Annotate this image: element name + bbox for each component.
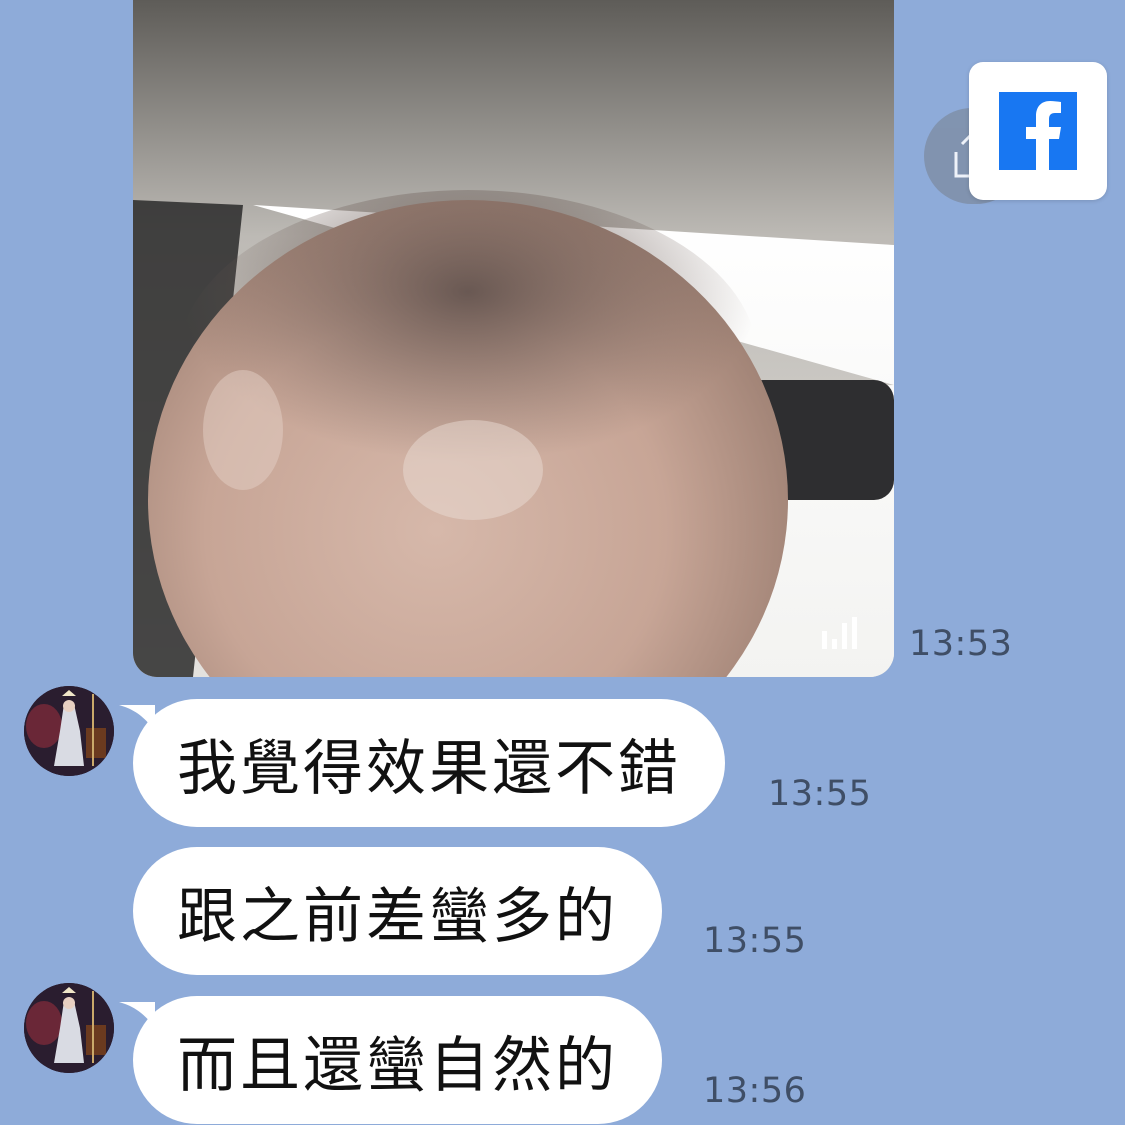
video-thumbnail [133,0,894,677]
facebook-icon [1026,101,1061,170]
message-time: 13:53 [909,624,1013,664]
video-message[interactable] [133,0,894,677]
message-text: 我覺得效果還不錯 [177,733,681,804]
message-time: 13:55 [703,921,807,961]
avatar[interactable] [24,686,114,776]
message-bubble[interactable]: 我覺得效果還不錯 [119,699,725,827]
message-text: 而且還蠻自然的 [177,1030,618,1101]
avatar[interactable] [24,983,114,1073]
audio-bars-icon[interactable] [820,617,866,651]
message-time: 13:56 [703,1071,807,1111]
message-time: 13:55 [768,774,872,814]
message-bubble[interactable]: 而且還蠻自然的 [119,996,662,1124]
facebook-badge[interactable] [969,62,1107,200]
message-text: 跟之前差蠻多的 [177,881,618,952]
message-bubble[interactable]: 跟之前差蠻多的 [133,847,662,975]
